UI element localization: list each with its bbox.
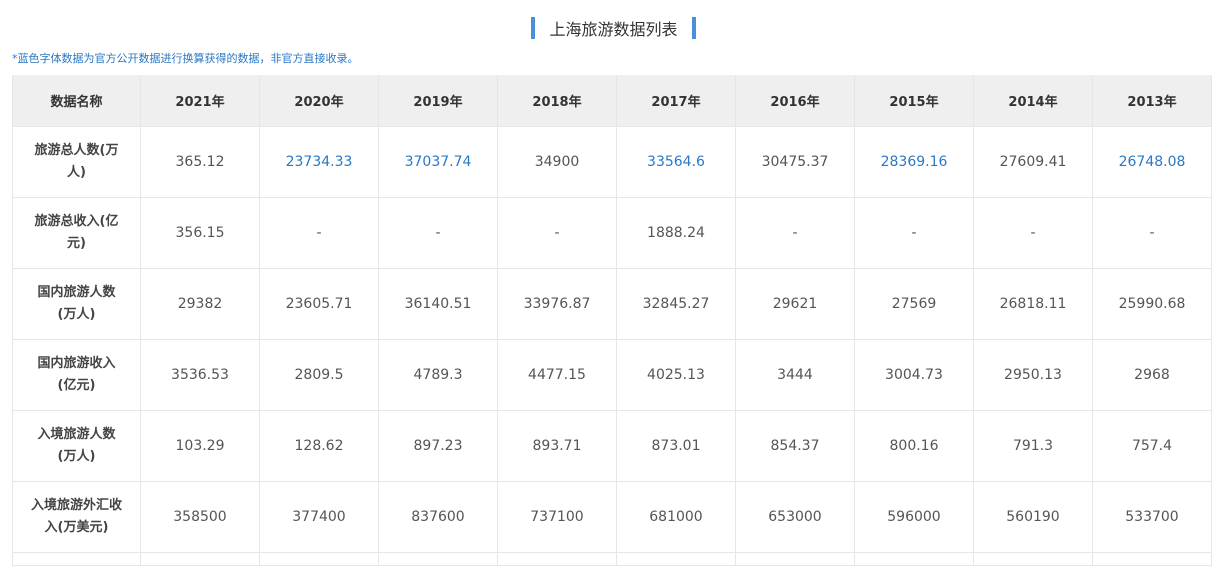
table-cell: 25990.68	[1092, 268, 1212, 340]
header-data-name: 数据名称	[12, 75, 141, 127]
table-cell: 653000	[735, 481, 855, 553]
header-year: 2013年	[1092, 75, 1212, 127]
table-body: 旅游总人数(万人) 365.12 23734.33 37037.74 34900 3356…	[12, 126, 1212, 566]
table-cell	[616, 552, 736, 566]
table-cell: 33976.87	[497, 268, 617, 340]
table-cell	[1092, 552, 1212, 566]
row-label: 旅游总人数(万人)	[12, 126, 141, 198]
table-cell: 27569	[854, 268, 974, 340]
table-cell: -	[378, 197, 498, 269]
table-cell: 560190	[973, 481, 1093, 553]
table-cell: 377400	[259, 481, 379, 553]
page-title-container: 上海旅游数据列表	[531, 16, 696, 40]
table-row: 旅游总收入(亿元) 356.15- - -1888.24- - - -	[12, 197, 1212, 269]
table-cell: 681000	[616, 481, 736, 553]
table-cell: 36140.51	[378, 268, 498, 340]
table-row: 入境旅游人数(万人) 103.29 128.62 897.23 893.71 873.01…	[12, 410, 1212, 482]
table-cell: 3444	[735, 339, 855, 411]
header-year: 2019年	[378, 75, 498, 127]
table-cell: 757.4	[1092, 410, 1212, 482]
row-label: 国内旅游人数(万人)	[12, 268, 141, 340]
table-row: 国内旅游收入(亿元) 3536.53 2809.5 4789.3 4477.15 4025…	[12, 339, 1212, 411]
table-cell: 873.01	[616, 410, 736, 482]
table-cell: -	[973, 197, 1093, 269]
header-year: 2015年	[854, 75, 974, 127]
table-cell: 365.12	[140, 126, 260, 198]
table-cell: 358500	[140, 481, 260, 553]
table-cell	[378, 552, 498, 566]
table-cell: -	[1092, 197, 1212, 269]
table-row-partial	[12, 552, 1212, 566]
table-cell: 3536.53	[140, 339, 260, 411]
title-left-bar	[531, 17, 536, 39]
table-cell: 37037.74	[378, 126, 498, 198]
header-year: 2016年	[735, 75, 855, 127]
table-cell: 26818.11	[973, 268, 1093, 340]
table-cell: 23605.71	[259, 268, 379, 340]
table-cell: 356.15	[140, 197, 260, 269]
title-right-bar	[691, 17, 696, 39]
tourism-data-table: 数据名称 2021年 2020年 2019年 2018年 2017年 2016年 2015年 2…	[12, 75, 1212, 566]
table-cell: 29382	[140, 268, 260, 340]
table-cell: 837600	[378, 481, 498, 553]
source-note: *蓝色字体数据为官方公开数据进行换算获得的数据，非官方直接收录。	[12, 52, 359, 65]
table-cell: 854.37	[735, 410, 855, 482]
table-cell: 800.16	[854, 410, 974, 482]
table-row: 国内旅游人数(万人) 29382 23605.71 36140.51 33976.87 3…	[12, 268, 1212, 340]
table-cell: 1888.24	[616, 197, 736, 269]
table-cell: 533700	[1092, 481, 1212, 553]
row-label: 国内旅游收入(亿元)	[12, 339, 141, 411]
row-label: 旅游总收入(亿元)	[12, 197, 141, 269]
table-cell: 29621	[735, 268, 855, 340]
header-year: 2020年	[259, 75, 379, 127]
header-year: 2021年	[140, 75, 260, 127]
header-year: 2014年	[973, 75, 1093, 127]
header-year: 2018年	[497, 75, 617, 127]
title-area: 上海旅游数据列表	[0, 16, 1227, 43]
table-cell: 30475.37	[735, 126, 855, 198]
table-cell: 596000	[854, 481, 974, 553]
table-cell: 32845.27	[616, 268, 736, 340]
table-cell: 2950.13	[973, 339, 1093, 411]
table-cell: 791.3	[973, 410, 1093, 482]
table-cell: 737100	[497, 481, 617, 553]
table-cell: -	[735, 197, 855, 269]
table-cell: 3004.73	[854, 339, 974, 411]
table-cell: 4789.3	[378, 339, 498, 411]
table-cell: 2809.5	[259, 339, 379, 411]
table-cell: 128.62	[259, 410, 379, 482]
table-row: 入境旅游外汇收入(万美元) 358500 377400 837600 737100 681…	[12, 481, 1212, 553]
table-cell: 33564.6	[616, 126, 736, 198]
table-cell: 26748.08	[1092, 126, 1212, 198]
table-cell: -	[497, 197, 617, 269]
table-cell	[973, 552, 1093, 566]
table-cell: 34900	[497, 126, 617, 198]
table-cell	[140, 552, 260, 566]
table-cell: -	[854, 197, 974, 269]
table-cell: 4477.15	[497, 339, 617, 411]
row-label: 入境旅游外汇收入(万美元)	[12, 481, 141, 553]
table-cell	[497, 552, 617, 566]
row-label: 入境旅游人数(万人)	[12, 410, 141, 482]
table-cell	[12, 552, 141, 566]
table-cell: 2968	[1092, 339, 1212, 411]
table-cell	[735, 552, 855, 566]
table-cell: 27609.41	[973, 126, 1093, 198]
table-cell: 893.71	[497, 410, 617, 482]
header-year: 2017年	[616, 75, 736, 127]
table-cell	[259, 552, 379, 566]
table-cell: 897.23	[378, 410, 498, 482]
table-header-row: 数据名称 2021年 2020年 2019年 2018年 2017年 2016年 2015年 2…	[12, 75, 1212, 127]
table-cell: -	[259, 197, 379, 269]
table-cell: 4025.13	[616, 339, 736, 411]
table-cell: 28369.16	[854, 126, 974, 198]
table-cell: 103.29	[140, 410, 260, 482]
page-title: 上海旅游数据列表	[549, 20, 678, 39]
table-row: 旅游总人数(万人) 365.12 23734.33 37037.74 34900 3356…	[12, 126, 1212, 198]
table-cell: 23734.33	[259, 126, 379, 198]
table-cell	[854, 552, 974, 566]
